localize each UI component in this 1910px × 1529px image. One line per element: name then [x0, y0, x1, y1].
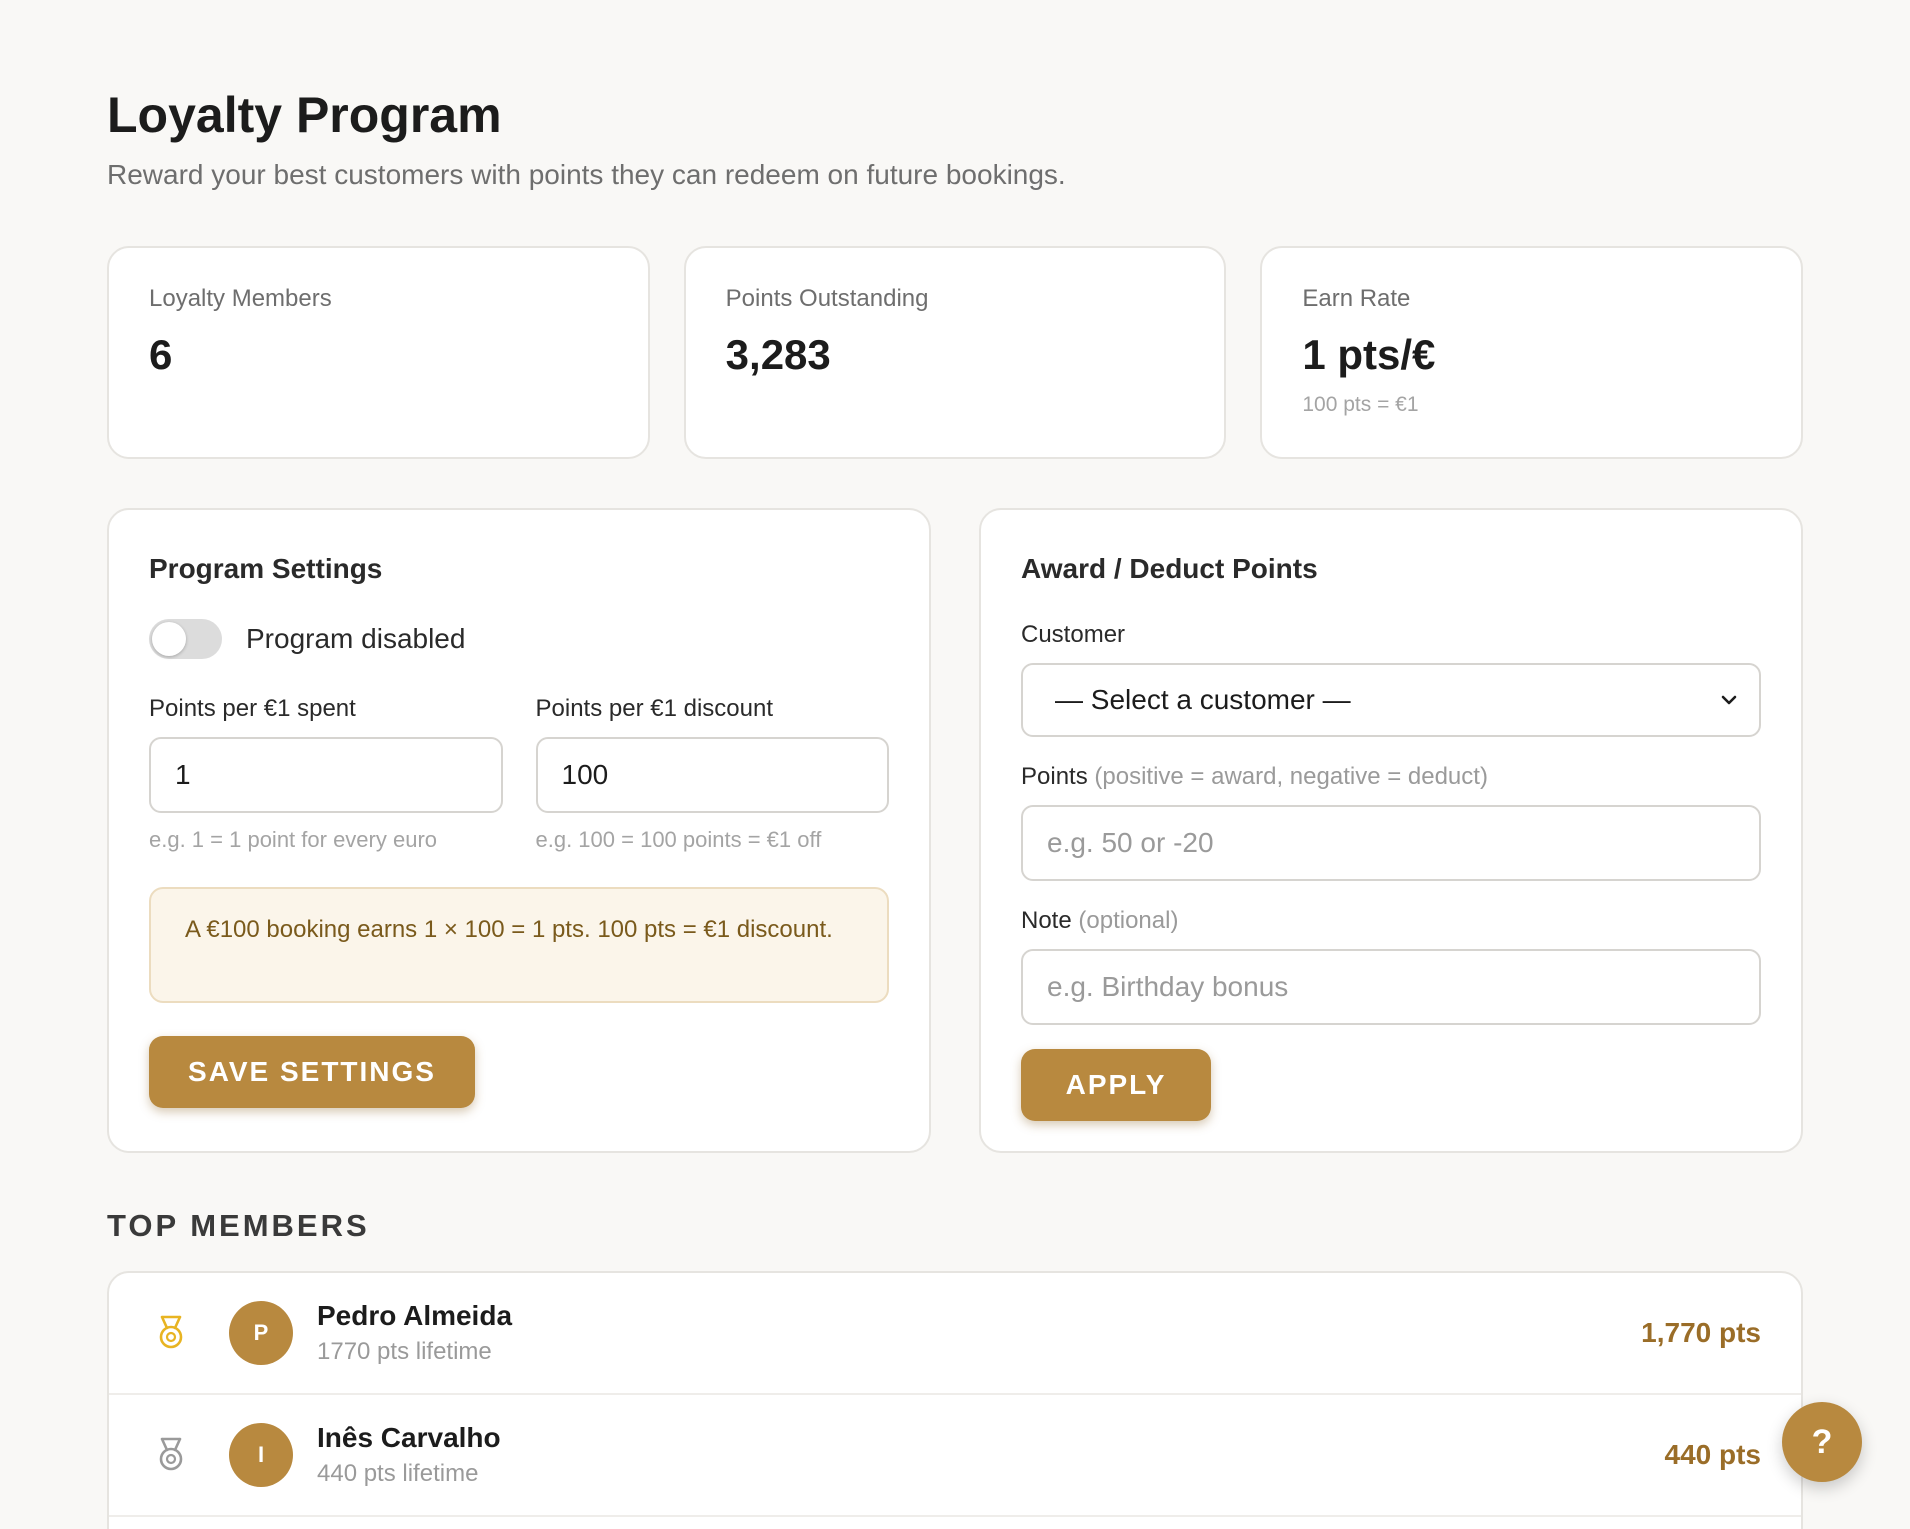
stat-value: 3,283 [725, 331, 831, 378]
program-enabled-toggle[interactable] [149, 619, 222, 659]
note-field-group: Note (optional) e.g. Birthday bonus [1021, 907, 1761, 1025]
page-subtitle: Reward your best customers with points t… [107, 159, 1066, 190]
stat-label: Earn Rate [1302, 285, 1411, 312]
customer-select-value: — Select a customer — [1055, 684, 1351, 715]
note-label: Note [1021, 907, 1072, 934]
member-points: 1,770 pts [1641, 1317, 1761, 1348]
member-points: 440 pts [1664, 1439, 1762, 1470]
section-title-top-members: TOP MEMBERS [107, 1208, 370, 1243]
member-name: Pedro Almeida [317, 1300, 513, 1331]
top-members-list: P Pedro Almeida 1770 pts lifetime 1,770 … [107, 1271, 1803, 1529]
toggle-label: Program disabled [246, 623, 466, 654]
stat-card-points-outstanding: Points Outstanding 3,283 [683, 246, 1227, 459]
page-title: Loyalty Program [107, 87, 502, 143]
customer-field-group: Customer — Select a customer — [1021, 621, 1761, 737]
customer-select[interactable]: — Select a customer — [1021, 663, 1761, 737]
stats-row: Loyalty Members 6 Points Outstanding 3,2… [107, 246, 1804, 459]
stat-value: 6 [149, 331, 173, 378]
note-label-hint: (optional) [1078, 907, 1179, 934]
member-lifetime: 440 pts lifetime [317, 1460, 479, 1487]
chevron-down-icon [1721, 695, 1737, 705]
stat-label: Loyalty Members [149, 285, 332, 312]
redeem-rate-field-group: Points per €1 discount 100 e.g. 100 = 10… [535, 695, 889, 853]
field-label: Points per €1 discount [535, 695, 773, 722]
help-button[interactable]: ? [1782, 1402, 1862, 1482]
field-label: Note (optional) [1021, 907, 1761, 935]
member-lifetime: 1770 pts lifetime [317, 1338, 492, 1365]
points-input[interactable]: e.g. 50 or -20 [1021, 805, 1761, 881]
points-label-hint: (positive = award, negative = deduct) [1094, 763, 1488, 790]
silver-medal-icon [159, 1437, 183, 1471]
gold-medal-icon [159, 1315, 183, 1349]
member-info: Pedro Almeida 1770 pts lifetime [317, 1300, 1641, 1366]
points-field-group: Points (positive = award, negative = ded… [1021, 763, 1761, 881]
program-toggle-row: Program disabled [149, 619, 889, 659]
apply-button[interactable]: Apply [1021, 1049, 1211, 1121]
stat-subtext: 100 pts = €1 [1302, 393, 1419, 416]
redeem-rate-input[interactable]: 100 [535, 737, 889, 813]
note-input[interactable]: e.g. Birthday bonus [1021, 949, 1761, 1025]
stat-card-members: Loyalty Members 6 [107, 246, 650, 459]
save-settings-button[interactable]: Save Settings [149, 1036, 475, 1108]
page: Loyalty Program Reward your best custome… [0, 0, 1910, 1529]
earn-rate-input[interactable]: 1 [149, 737, 503, 813]
points-label: Points [1021, 763, 1088, 790]
member-name: Inês Carvalho [317, 1422, 501, 1453]
member-info: Inês Carvalho 440 pts lifetime [317, 1422, 1665, 1488]
stat-label: Points Outstanding [725, 285, 929, 312]
earn-rate-field-group: Points per €1 spent 1 e.g. 1 = 1 point f… [149, 695, 503, 853]
stat-value: 1 pts/€ [1302, 331, 1436, 378]
panel-title: Award / Deduct Points [1021, 553, 1318, 584]
panel-title: Program Settings [149, 553, 383, 584]
field-hint: e.g. 100 = 100 points = €1 off [535, 827, 822, 852]
earn-example-info: A €100 booking earns 1 × 100 = 1 pts. 10… [149, 887, 889, 1003]
avatar: P [229, 1301, 293, 1365]
field-label: Points (positive = award, negative = ded… [1021, 763, 1761, 791]
field-label: Points per €1 spent [149, 695, 356, 722]
avatar: I [229, 1423, 293, 1487]
list-item[interactable]: P Pedro Almeida 1770 pts lifetime 1,770 … [109, 1273, 1801, 1395]
award-points-panel: Award / Deduct Points Customer — Select … [979, 508, 1803, 1153]
program-settings-panel: Program Settings Program disabled Points… [107, 508, 931, 1153]
field-label: Customer [1021, 621, 1126, 648]
field-hint: e.g. 1 = 1 point for every euro [149, 827, 438, 852]
list-item[interactable]: I Inês Carvalho 440 pts lifetime 440 pts [109, 1395, 1801, 1517]
settings-fields: Points per €1 spent 1 e.g. 1 = 1 point f… [149, 695, 889, 853]
stat-card-earn-rate: Earn Rate 1 pts/€ 100 pts = €1 [1260, 246, 1804, 459]
toggle-knob [152, 622, 186, 656]
